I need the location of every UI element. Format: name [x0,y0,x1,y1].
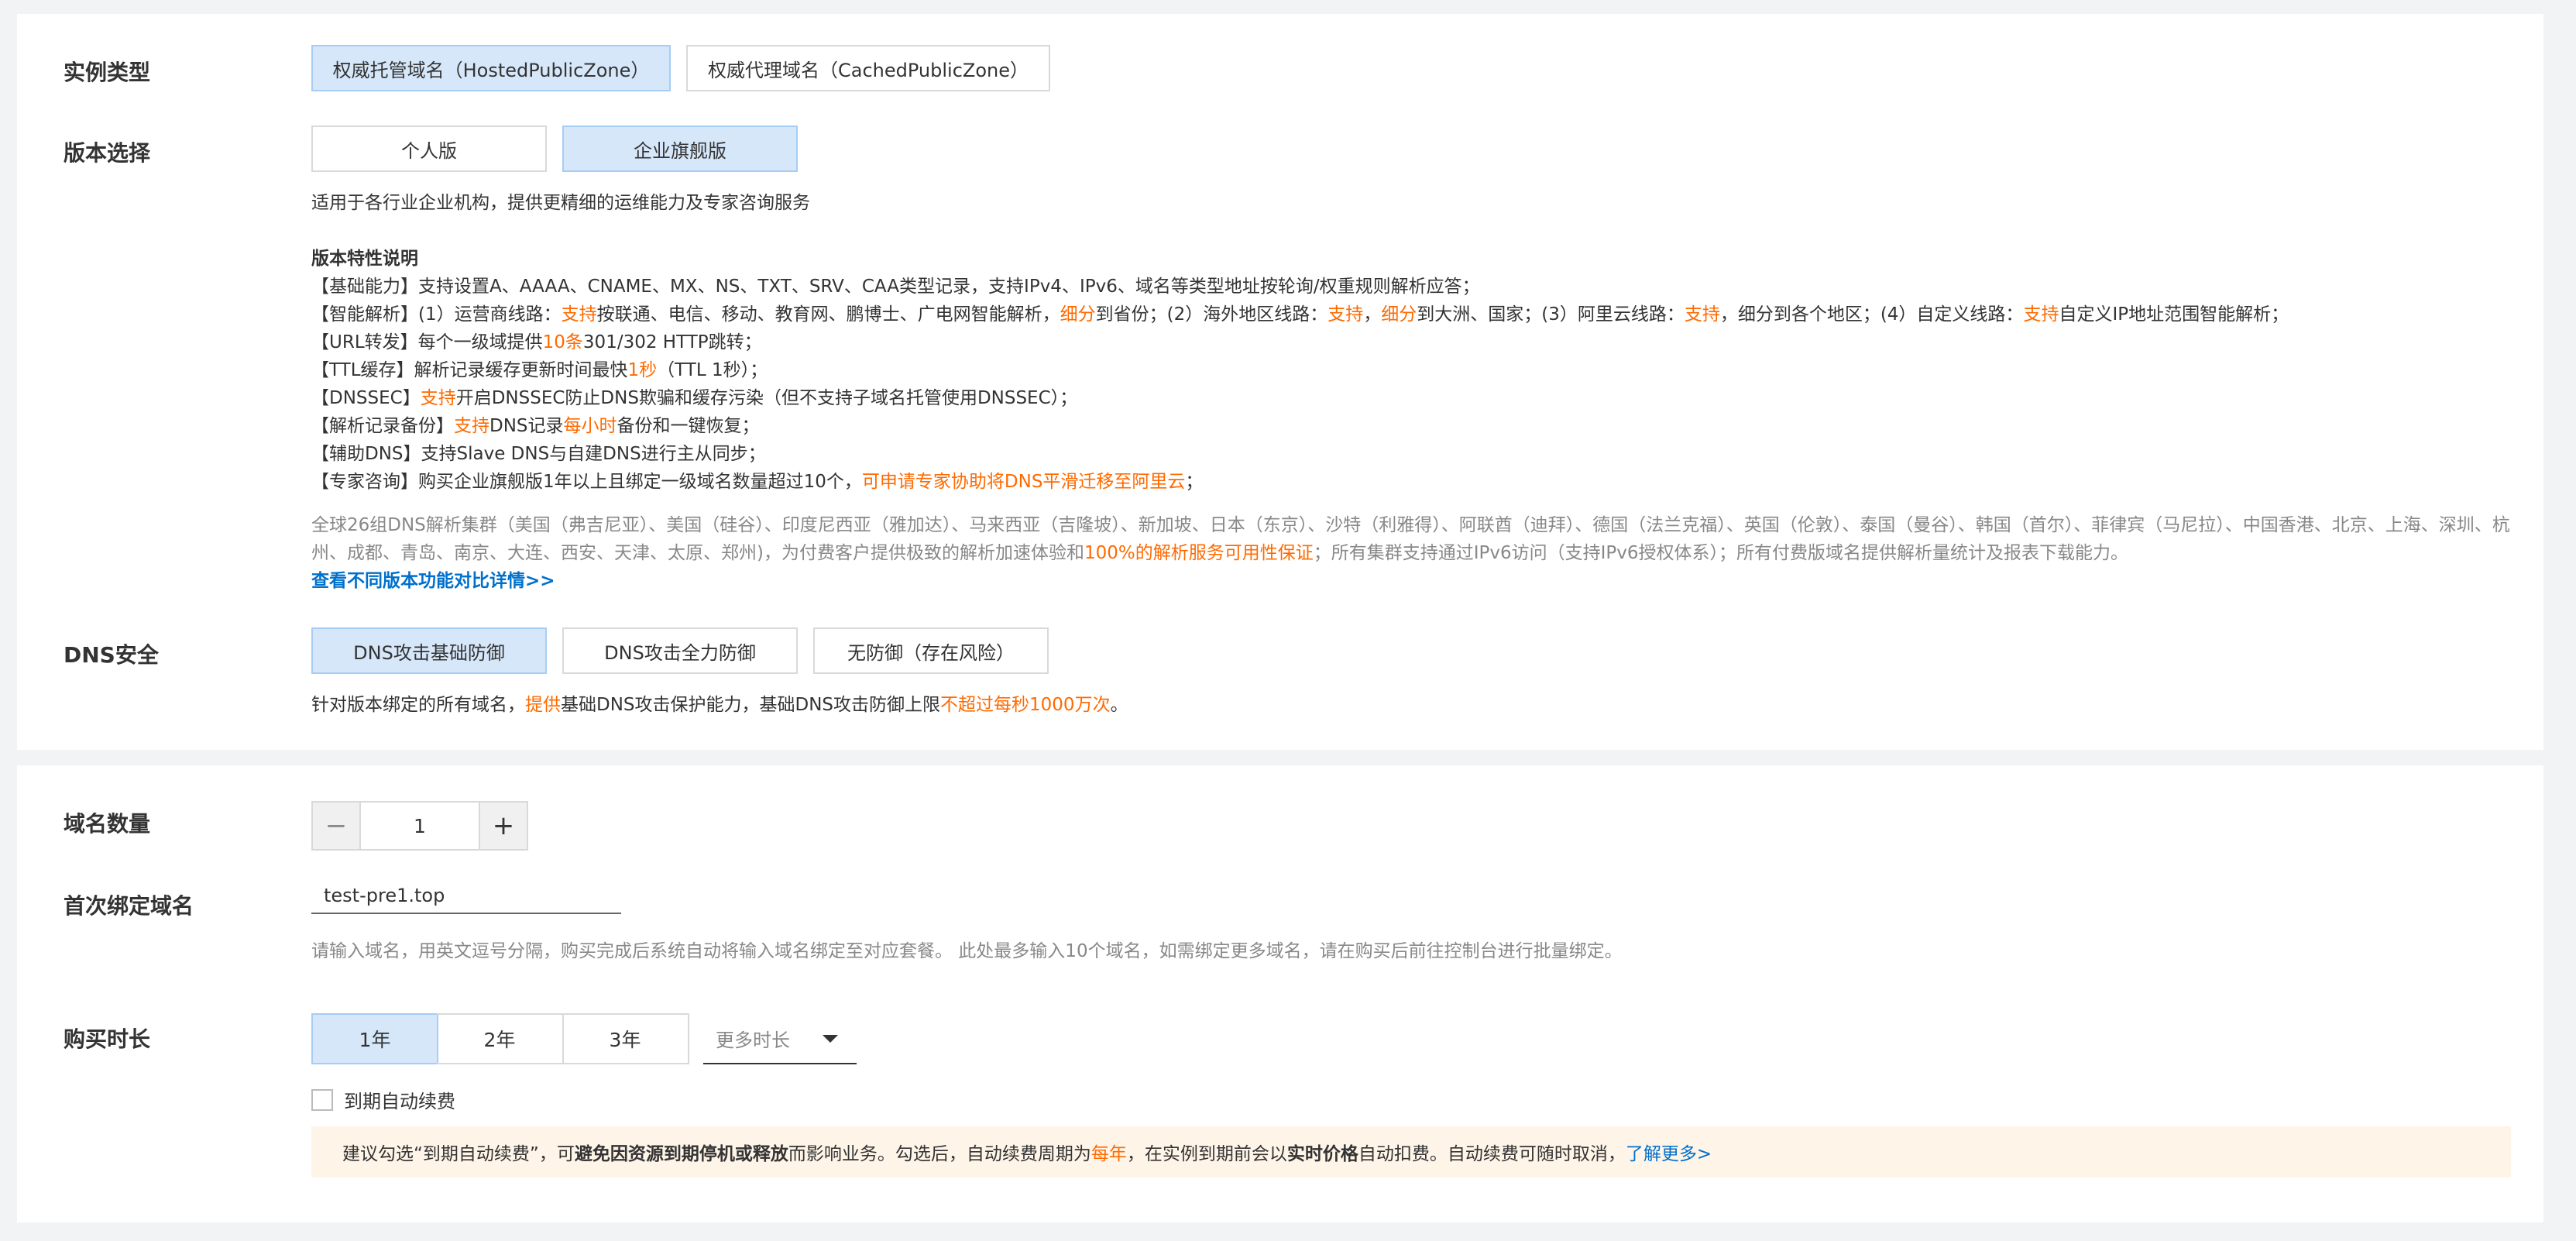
option-enterprise-edition[interactable]: 企业旗舰版 [562,125,798,172]
coverage-description: 全球26组DNS解析集群（美国（弗吉尼亚）、美国（硅谷）、印度尼西亚（雅加达）、… [311,515,2510,591]
increment-button[interactable]: + [480,803,527,849]
dns-security-label: DNS安全 [64,642,159,668]
first-domain-label: 首次绑定域名 [64,893,194,919]
feature-url: 【URL转发】每个一级域提供10条301/302 HTTP跳转； [311,332,762,352]
features-title: 版本特性说明 [311,249,418,269]
edition-tagline: 适用于各行业企业机构，提供更精细的运维能力及专家咨询服务 [311,193,810,213]
duration-label: 购买时长 [64,1026,151,1052]
learn-more-link[interactable]: 了解更多> [1626,1139,1712,1165]
auto-renew-row: 到期自动续费 [311,1086,455,1113]
first-domain-input[interactable] [311,878,621,914]
auto-renew-notice: 建议勾选“到期自动续费”，可 避免因资源到期停机或释放 而影响业务。勾选后，自动续费… [311,1126,2511,1177]
domain-count-stepper: − 1 + [311,801,528,851]
option-hosted-public-zone[interactable]: 权威托管域名（HostedPublicZone） [311,45,671,91]
feature-basic: 【基础能力】支持设置A、AAAA、CNAME、MX、NS、TXT、SRV、CAA… [311,277,1480,297]
feature-aux-dns: 【辅助DNS】支持Slave DNS与自建DNS进行主从同步； [311,444,766,464]
duration-3-years[interactable]: 3年 [562,1013,689,1064]
caret-down-icon [823,1035,838,1043]
auto-renew-checkbox[interactable] [311,1088,333,1111]
edition-label: 版本选择 [64,140,151,166]
edition-features: 版本特性说明 【基础能力】支持设置A、AAAA、CNAME、MX、NS、TXT、… [311,245,2289,496]
option-cached-public-zone[interactable]: 权威代理域名（CachedPublicZone） [686,45,1050,91]
purchase-card: 域名数量 − 1 + 首次绑定域名 请输入域名，用英文逗号分隔，购买完成后系统自… [17,765,2543,1222]
domain-count-label: 域名数量 [64,811,151,837]
duration-1-year[interactable]: 1年 [311,1013,438,1064]
auto-renew-label[interactable]: 到期自动续费 [344,1086,455,1113]
config-card: 实例类型 权威托管域名（HostedPublicZone） 权威代理域名（Cac… [17,14,2543,750]
feature-expert: 【专家咨询】购买企业旗舰版1年以上且绑定一级域名数量超过10个，可申请专家协助将… [311,472,1204,492]
decrement-button[interactable]: − [313,803,359,849]
feature-smart: 【智能解析】(1）运营商线路：支持按联通、电信、移动、教育网、鹏博士、广电网智能… [311,304,2289,325]
domain-count-value[interactable]: 1 [359,803,480,849]
feature-backup: 【解析记录备份】支持DNS记录每小时备份和一键恢复； [311,416,760,436]
first-domain-hint: 请输入域名，用英文逗号分隔，购买完成后系统自动将输入域名绑定至对应套餐。 此处最… [311,941,1623,961]
option-full-defense[interactable]: DNS攻击全力防御 [562,627,798,674]
more-duration-label: 更多时长 [716,1029,790,1051]
instance-type-label: 实例类型 [64,60,151,85]
option-personal-edition[interactable]: 个人版 [311,125,547,172]
compare-editions-link[interactable]: 查看不同版本功能对比详情>> [311,571,555,591]
option-basic-defense[interactable]: DNS攻击基础防御 [311,627,547,674]
feature-dnssec: 【DNSSEC】支持开启DNSSEC防止DNS欺骗和缓存污染（但不支持子域名托管… [311,388,1078,408]
option-no-defense[interactable]: 无防御（存在风险） [813,627,1049,674]
duration-2-years[interactable]: 2年 [437,1013,564,1064]
feature-ttl: 【TTL缓存】解析记录缓存更新时间最快1秒（TTL 1秒）； [311,360,768,380]
more-duration-dropdown[interactable]: 更多时长 [703,1013,857,1064]
dns-security-desc: 针对版本绑定的所有域名，提供基础DNS攻击保护能力，基础DNS攻击防御上限不超过… [311,695,1128,715]
